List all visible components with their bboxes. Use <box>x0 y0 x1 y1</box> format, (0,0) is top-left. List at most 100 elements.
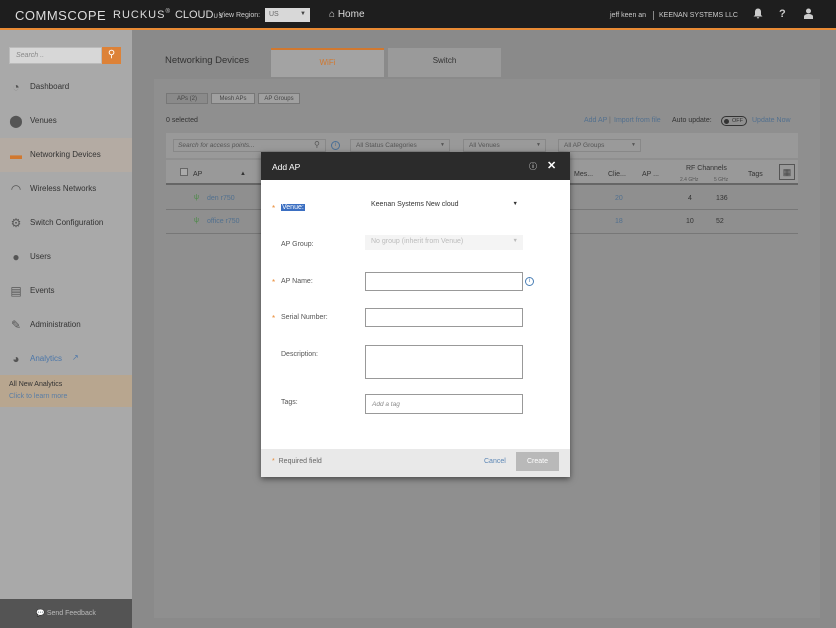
required-marker: * <box>272 204 276 213</box>
required-marker: * <box>272 314 276 323</box>
ap-group-filter-value: All AP Groups <box>564 142 605 149</box>
cancel-button[interactable]: Cancel <box>484 458 506 465</box>
sidebar-item-label: Events <box>30 286 55 295</box>
ap-name-input[interactable] <box>365 272 523 291</box>
column-tags[interactable]: Tags <box>748 171 763 178</box>
sidebar-item-label: Venues <box>30 116 57 125</box>
sidebar-item-administration[interactable]: ✎ Administration <box>0 308 132 342</box>
table-settings-icon[interactable]: ▦ <box>779 164 795 180</box>
sidebar-item-label: Dashboard <box>30 82 70 91</box>
home-link[interactable]: ⌂ Home <box>329 9 365 20</box>
description-label: Description: <box>281 351 318 358</box>
commscope-logo: COMMSCOPE <box>15 8 107 23</box>
ap-group-select[interactable]: No group (inherit from Venue) ▼ <box>365 235 523 250</box>
subtab-mesh-aps[interactable]: Mesh APs <box>211 93 255 104</box>
subtab-ap-groups[interactable]: AP Groups <box>258 93 300 104</box>
required-note: * Required field <box>272 458 322 465</box>
venue-label: Venue: <box>281 204 305 211</box>
sidebar-item-networking-devices[interactable]: ▬ Networking Devices <box>0 138 132 172</box>
ap-ch5: 52 <box>716 218 724 225</box>
column-clients[interactable]: Clie... <box>608 171 626 178</box>
ap-clients[interactable]: 20 <box>615 195 623 202</box>
create-button[interactable]: Create <box>516 452 559 471</box>
ap-search-input[interactable]: Search for access points... <box>173 139 326 152</box>
sidebar-search-input[interactable]: Search .. <box>9 47 102 64</box>
chat-icon: 💬 <box>36 610 45 617</box>
select-all-checkbox[interactable] <box>180 168 188 176</box>
help-icon[interactable]: ⓘ <box>529 161 537 172</box>
add-ap-link[interactable]: Add AP <box>584 117 607 124</box>
region-select[interactable]: US ▼ <box>265 8 310 22</box>
bell-icon[interactable] <box>753 8 763 22</box>
column-mesh[interactable]: Mes... <box>574 171 593 178</box>
info-icon[interactable]: i <box>525 277 534 286</box>
ap-name-link[interactable]: office r750 <box>207 218 240 225</box>
auto-update-label: Auto update: <box>672 117 712 124</box>
ap-ch5: 136 <box>716 195 728 202</box>
ap-status-icon: ψ <box>194 194 199 201</box>
divider <box>653 11 654 20</box>
sidebar-item-label: Administration <box>30 320 81 329</box>
ap-ch24: 10 <box>686 218 694 225</box>
serial-number-input[interactable] <box>365 308 523 327</box>
analytics-promo-link[interactable]: Click to learn more <box>9 393 67 400</box>
company-name[interactable]: KEENAN SYSTEMS LLC <box>659 12 738 19</box>
sidebar-item-venues[interactable]: ⬤ Venues <box>0 104 132 138</box>
required-marker: * <box>272 458 275 465</box>
wrench-icon: ✎ <box>10 318 22 332</box>
tags-input[interactable]: Add a tag <box>365 394 523 414</box>
column-ap[interactable]: AP <box>193 171 202 178</box>
dialog-title: Add AP <box>272 162 301 172</box>
serial-number-label: Serial Number: <box>281 314 328 321</box>
venue-filter[interactable]: All Venues ▼ <box>463 139 546 152</box>
tab-switch[interactable]: Switch <box>388 48 501 77</box>
user-icon: ● <box>12 250 20 264</box>
sort-icon[interactable]: ▲ <box>240 171 246 177</box>
sidebar-item-users[interactable]: ● Users <box>0 240 132 274</box>
venue-value: Keenan Systems New cloud <box>371 201 459 208</box>
column-ap-2[interactable]: AP ... <box>642 171 659 178</box>
analytics-promo-title: All New Analytics <box>9 381 63 388</box>
ap-name-link[interactable]: den r750 <box>207 195 235 202</box>
external-link-icon: ↗ <box>72 353 79 362</box>
venue-select[interactable]: Keenan Systems New cloud ▼ <box>365 198 523 213</box>
pie-chart-icon: ◕ <box>12 352 20 366</box>
status-filter-value: All Status Categories <box>356 142 417 149</box>
tab-wifi[interactable]: WiFi <box>271 48 384 77</box>
description-textarea[interactable] <box>365 345 523 379</box>
sidebar-item-switch-configuration[interactable]: ⚙ Switch Configuration <box>0 206 132 240</box>
info-icon[interactable]: i <box>331 141 340 150</box>
analytics-promo: All New Analytics Click to learn more <box>0 375 132 407</box>
sidebar-item-label: Analytics <box>30 354 63 363</box>
chevron-down-icon: ▼ <box>512 238 518 244</box>
sidebar-item-analytics[interactable]: ◕ Analytics ↗ <box>0 342 132 376</box>
column-rf-24: 2.4 GHz <box>680 177 699 183</box>
ap-clients[interactable]: 18 <box>615 218 623 225</box>
chevron-down-icon: ▼ <box>536 142 541 148</box>
required-marker: * <box>272 278 276 287</box>
user-name[interactable]: jeff keen an <box>610 12 646 19</box>
sidebar-item-dashboard[interactable]: ◔ Dashboard <box>0 70 132 104</box>
send-feedback-button[interactable]: 💬 Send Feedback <box>0 599 132 628</box>
search-icon[interactable]: ⚲ <box>102 47 121 64</box>
switch-icon: ⚙ <box>10 216 22 230</box>
help-icon[interactable]: ? <box>779 8 786 20</box>
events-icon: ▤ <box>10 284 22 298</box>
column-rf-channels[interactable]: RF Channels <box>686 165 727 172</box>
user-icon[interactable] <box>804 8 813 22</box>
sidebar-item-events[interactable]: ▤ Events <box>0 274 132 308</box>
close-icon[interactable]: ✕ <box>547 159 556 172</box>
subtab-aps[interactable]: APs (2) <box>166 93 208 104</box>
auto-update-toggle[interactable]: OFF <box>721 116 747 126</box>
chevron-down-icon: ▼ <box>300 11 306 17</box>
ap-group-label: AP Group: <box>281 241 314 248</box>
import-link[interactable]: Import from file <box>614 117 661 124</box>
ap-group-filter[interactable]: All AP Groups ▼ <box>558 139 641 152</box>
divider: | <box>609 117 611 124</box>
venue-filter-value: All Venues <box>469 142 500 149</box>
update-now-link[interactable]: Update Now <box>752 117 791 124</box>
sidebar-item-label: Wireless Networks <box>30 184 97 193</box>
sidebar-item-wireless-networks[interactable]: ◠ Wireless Networks <box>0 172 132 206</box>
device-icon: ▬ <box>10 148 22 162</box>
status-filter[interactable]: All Status Categories ▼ <box>350 139 450 152</box>
